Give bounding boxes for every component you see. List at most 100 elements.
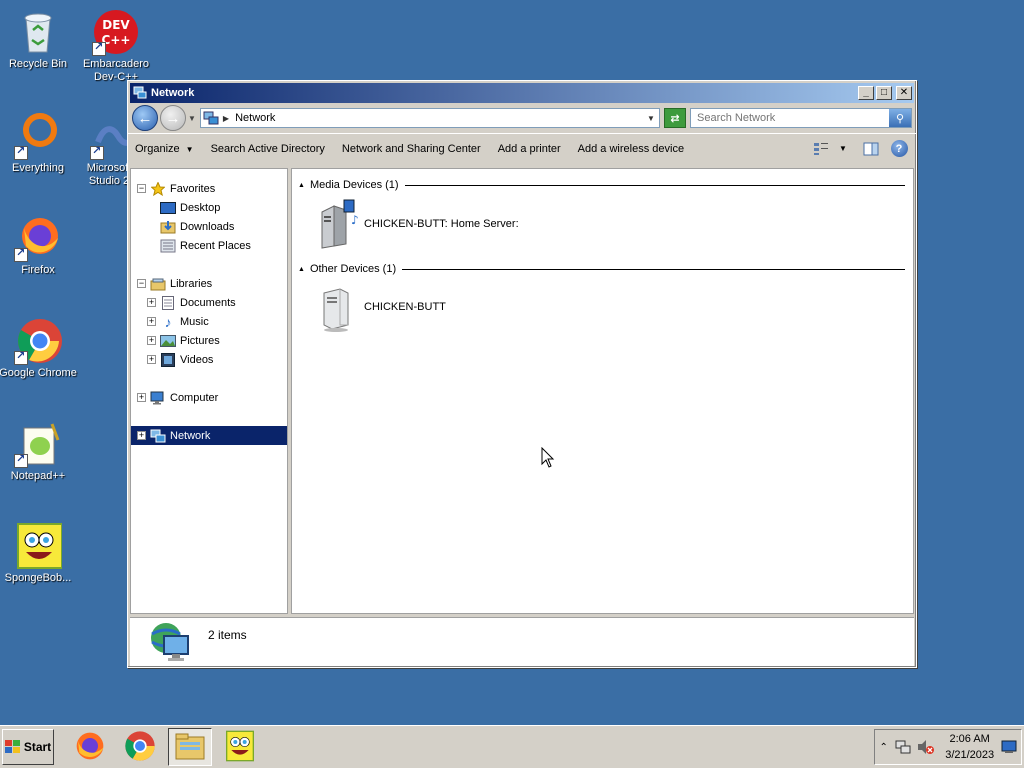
tree-item-network[interactable]: + Network bbox=[131, 426, 287, 445]
downloads-icon bbox=[160, 220, 176, 234]
taskbar-explorer[interactable] bbox=[168, 728, 212, 766]
network-status-icon[interactable] bbox=[894, 739, 911, 755]
pictures-icon bbox=[160, 334, 176, 348]
search-box: ⚲ bbox=[690, 108, 912, 128]
desktop-icon bbox=[160, 201, 176, 215]
maximize-button[interactable]: □ bbox=[876, 86, 892, 100]
title-bar[interactable]: Network _ □ ✕ bbox=[130, 83, 914, 103]
network-globe-icon bbox=[146, 622, 194, 664]
views-icon[interactable] bbox=[811, 140, 831, 158]
tree-item-downloads[interactable]: Downloads bbox=[131, 217, 287, 236]
views-dropdown-icon[interactable]: ▼ bbox=[833, 140, 853, 158]
content-pane[interactable]: ▲ Media Devices (1) ♪ CHICKEN-BUTT: Home… bbox=[291, 168, 914, 614]
tree-label: Libraries bbox=[170, 277, 213, 290]
close-button[interactable]: ✕ bbox=[896, 86, 912, 100]
back-button[interactable]: ← bbox=[132, 105, 158, 131]
recent-pages-dropdown[interactable]: ▼ bbox=[188, 114, 196, 123]
shortcut-arrow-icon bbox=[90, 144, 104, 160]
command-bar: Organize ▼ Search Active Directory Networ… bbox=[128, 133, 916, 163]
taskbar-spongebob[interactable] bbox=[218, 728, 262, 766]
collapse-group-icon[interactable]: ▲ bbox=[298, 182, 305, 189]
network-icon bbox=[133, 86, 147, 100]
forward-button[interactable]: → bbox=[160, 105, 186, 131]
refresh-button[interactable]: ⇄ bbox=[664, 108, 686, 128]
spongebob-icon bbox=[224, 730, 256, 765]
collapse-icon[interactable]: − bbox=[137, 184, 146, 193]
expand-icon[interactable]: + bbox=[137, 393, 146, 402]
tree-item-favorites[interactable]: − Favorites bbox=[131, 179, 287, 198]
add-printer-button[interactable]: Add a printer bbox=[498, 143, 561, 155]
svg-text:DEV: DEV bbox=[102, 18, 130, 32]
expand-icon[interactable]: + bbox=[147, 355, 156, 364]
preview-pane-icon[interactable] bbox=[861, 140, 881, 158]
group-header-media[interactable]: ▲ Media Devices (1) bbox=[292, 177, 913, 193]
navigation-pane[interactable]: − Favorites Desktop Downloads Recent Pla… bbox=[130, 168, 288, 614]
tree-item-recent-places[interactable]: Recent Places bbox=[131, 236, 287, 255]
item-count: 2 items bbox=[208, 628, 247, 642]
chevron-down-icon: ▼ bbox=[185, 144, 194, 154]
organize-button[interactable]: Organize ▼ bbox=[135, 143, 194, 155]
tree-item-computer[interactable]: + Computer bbox=[131, 388, 287, 407]
desktop-icon-notepadpp[interactable]: Notepad++ bbox=[0, 420, 78, 483]
address-bar: ← → ▼ ▶ Network ▼ ⇄ ⚲ bbox=[128, 103, 916, 133]
device-name: CHICKEN-BUTT: Home Server: bbox=[364, 218, 519, 230]
breadcrumb-chevron-icon[interactable]: ▶ bbox=[223, 114, 229, 123]
device-item[interactable]: CHICKEN-BUTT bbox=[292, 277, 913, 337]
collapse-icon[interactable]: − bbox=[137, 279, 146, 288]
tree-item-pictures[interactable]: + Pictures bbox=[131, 331, 287, 350]
tree-item-desktop[interactable]: Desktop bbox=[131, 198, 287, 217]
clock-time: 2:06 AM bbox=[949, 733, 990, 745]
help-button[interactable]: ? bbox=[889, 140, 909, 158]
desktop-icon-chrome[interactable]: Google Chrome bbox=[0, 317, 78, 380]
breadcrumb[interactable]: Network bbox=[235, 112, 643, 124]
spongebob-icon bbox=[14, 522, 63, 570]
search-input[interactable] bbox=[697, 112, 889, 124]
taskbar-firefox[interactable] bbox=[68, 728, 112, 766]
network-sharing-center-button[interactable]: Network and Sharing Center bbox=[342, 143, 481, 155]
media-server-icon: ♪ bbox=[314, 198, 359, 250]
expand-icon[interactable]: + bbox=[147, 336, 156, 345]
expand-icon[interactable]: + bbox=[137, 431, 146, 440]
details-pane: 2 items bbox=[130, 617, 914, 666]
volume-muted-icon[interactable] bbox=[917, 739, 935, 755]
shortcut-arrow-icon bbox=[14, 246, 28, 262]
show-desktop-icon[interactable] bbox=[1000, 739, 1017, 755]
group-divider bbox=[404, 184, 905, 186]
network-icon bbox=[203, 111, 219, 125]
collapse-group-icon[interactable]: ▲ bbox=[298, 266, 305, 273]
show-hidden-icons-icon[interactable]: ⌃ bbox=[879, 739, 888, 755]
organize-label: Organize bbox=[135, 142, 180, 155]
expand-icon[interactable]: + bbox=[147, 317, 156, 326]
desktop-icon-devcpp[interactable]: DEVC++ Embarcadero Dev-C++ bbox=[76, 8, 156, 84]
tree-item-documents[interactable]: + Documents bbox=[131, 293, 287, 312]
minimize-button[interactable]: _ bbox=[858, 86, 874, 100]
group-header-other[interactable]: ▲ Other Devices (1) bbox=[292, 261, 913, 277]
libraries-icon bbox=[150, 277, 166, 291]
taskbar-chrome[interactable] bbox=[118, 728, 162, 766]
desktop-icon-spongebob[interactable]: SpongeBob... bbox=[0, 522, 78, 585]
recycle-bin-icon bbox=[14, 8, 62, 56]
shortcut-arrow-icon bbox=[14, 452, 28, 468]
expand-icon[interactable]: + bbox=[147, 298, 156, 307]
address-box[interactable]: ▶ Network ▼ bbox=[199, 108, 660, 128]
start-button[interactable]: Start bbox=[2, 729, 54, 765]
system-tray: ⌃ 2:06 AM 3/21/2023 bbox=[874, 729, 1022, 765]
tree-label: Documents bbox=[180, 296, 236, 309]
tree-item-videos[interactable]: + Videos bbox=[131, 350, 287, 369]
clock[interactable]: 2:06 AM 3/21/2023 bbox=[945, 731, 994, 763]
tree-item-libraries[interactable]: − Libraries bbox=[131, 274, 287, 293]
tree-item-music[interactable]: + ♪ Music bbox=[131, 312, 287, 331]
tree-label: Videos bbox=[180, 353, 214, 366]
add-wireless-device-button[interactable]: Add a wireless device bbox=[578, 143, 684, 155]
chrome-icon bbox=[14, 317, 62, 365]
address-dropdown[interactable]: ▼ bbox=[643, 114, 659, 123]
computer-icon bbox=[150, 391, 166, 405]
svg-text:♪: ♪ bbox=[351, 213, 358, 227]
group-header-label: Other Devices (1) bbox=[309, 263, 397, 275]
search-active-directory-button[interactable]: Search Active Directory bbox=[211, 143, 325, 155]
search-icon[interactable]: ⚲ bbox=[889, 109, 911, 127]
desktop-icon-recycle-bin[interactable]: Recycle Bin bbox=[0, 8, 78, 71]
device-item[interactable]: ♪ CHICKEN-BUTT: Home Server: bbox=[292, 193, 913, 255]
desktop-icon-firefox[interactable]: Firefox bbox=[0, 214, 78, 277]
